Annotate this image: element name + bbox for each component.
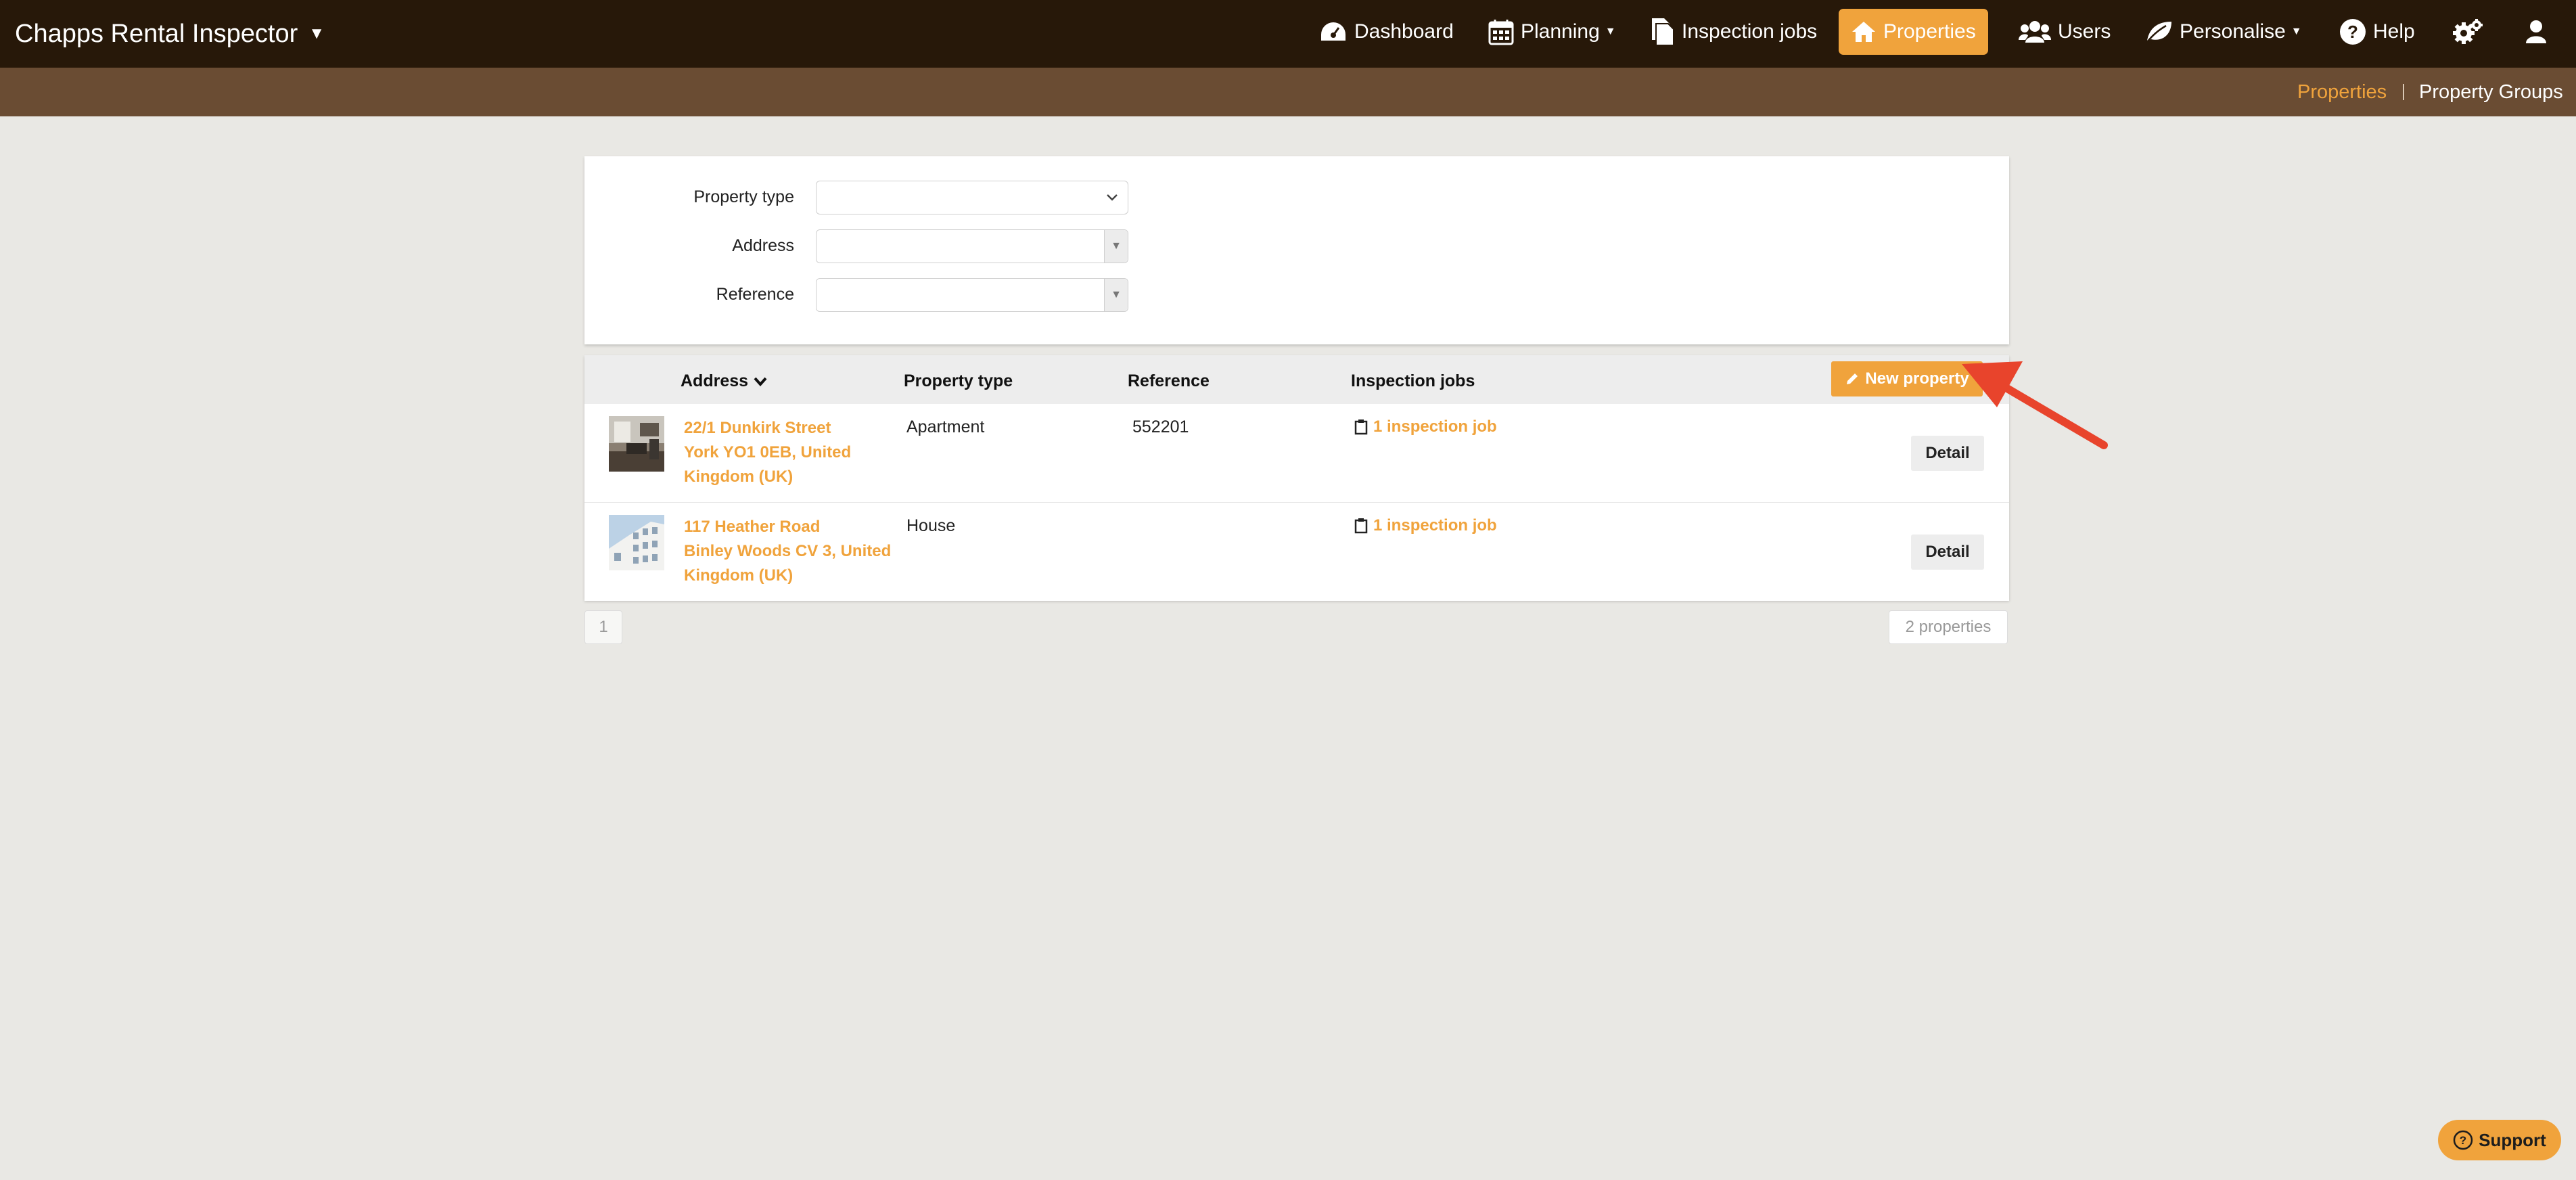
table-row: 22/1 Dunkirk Street York YO1 0EB, United… <box>584 404 2009 502</box>
property-thumbnail[interactable] <box>609 416 664 472</box>
nav-planning[interactable]: Planning ▼ <box>1488 9 1616 55</box>
clipboard-icon <box>1354 518 1368 534</box>
property-type-cell: Apartment <box>906 417 985 436</box>
table-row: 117 Heather Road Binley Woods CV 3, Unit… <box>584 502 2009 601</box>
home-icon <box>1851 20 1877 43</box>
property-address-link[interactable]: 117 Heather Road Binley Woods CV 3, Unit… <box>684 515 894 588</box>
subnav-properties[interactable]: Properties <box>2297 68 2387 116</box>
pagination-page-1[interactable]: 1 <box>584 610 622 644</box>
dropdown-arrow-icon[interactable]: ▼ <box>1104 279 1128 311</box>
leaf-icon <box>2144 20 2173 43</box>
inspection-jobs-label: 1 inspection job <box>1373 516 1497 535</box>
clipboard-icon <box>1354 419 1368 435</box>
sub-navbar: Properties Property Groups <box>0 68 2576 116</box>
annotation-arrow <box>1962 361 2108 449</box>
user-menu-button[interactable] <box>2525 9 2554 55</box>
address-line-1: 117 Heather Road <box>684 518 821 536</box>
nav-inspection-jobs[interactable]: Inspection jobs <box>1649 9 1817 55</box>
user-icon <box>2525 19 2548 45</box>
properties-table: Address Property type Reference Inspecti… <box>584 355 2009 601</box>
table-header: Address Property type Reference Inspecti… <box>584 355 2009 404</box>
address-line-1: 22/1 Dunkirk Street <box>684 419 831 437</box>
app-brand-menu[interactable]: Chapps Rental Inspector ▼ <box>15 0 325 68</box>
top-navbar: Chapps Rental Inspector ▼ Dashboard Plan… <box>0 0 2576 68</box>
subnav-divider <box>2403 84 2404 100</box>
dropdown-caret-icon: ▼ <box>1605 26 1616 37</box>
nav-planning-label: Planning <box>1521 20 1600 43</box>
inspection-jobs-link[interactable]: 1 inspection job <box>1354 516 1497 535</box>
nav-help[interactable]: ? Help <box>2339 9 2415 55</box>
new-property-button[interactable]: New property <box>1831 361 1983 396</box>
property-count: 2 properties <box>1889 610 2008 644</box>
support-label: Support <box>2479 1129 2546 1150</box>
app-title: Chapps Rental Inspector <box>15 19 298 48</box>
reference-combobox[interactable]: ▼ <box>816 278 1128 312</box>
sort-address-header[interactable]: Address <box>681 371 767 391</box>
svg-text:?: ? <box>2460 1134 2466 1147</box>
inspection-jobs-link[interactable]: 1 inspection job <box>1354 417 1497 436</box>
property-type-header: Property type <box>904 371 1013 390</box>
address-header-label: Address <box>681 371 749 390</box>
subnav-property-groups[interactable]: Property Groups <box>2419 68 2563 116</box>
inspection-jobs-label: 1 inspection job <box>1373 417 1497 436</box>
property-address-link[interactable]: 22/1 Dunkirk Street York YO1 0EB, United… <box>684 416 894 489</box>
users-icon <box>2019 20 2051 44</box>
reference-cell: 552201 <box>1132 417 1189 436</box>
property-type-label: Property type <box>693 187 794 206</box>
address-line-3: Kingdom (UK) <box>684 566 794 585</box>
settings-icon <box>2452 18 2484 45</box>
dropdown-caret-icon: ▼ <box>2291 26 2302 37</box>
reference-header: Reference <box>1128 371 1210 390</box>
dashboard-icon <box>1319 20 1348 43</box>
settings-button[interactable] <box>2452 9 2491 55</box>
address-line-2: Binley Woods CV 3, United <box>684 542 892 560</box>
help-icon: ? <box>2339 18 2366 45</box>
question-icon: ? <box>2453 1130 2473 1150</box>
property-type-cell: House <box>906 516 956 535</box>
nav-dashboard[interactable]: Dashboard <box>1319 9 1454 55</box>
nav-users-label: Users <box>2058 20 2111 43</box>
address-line-3: Kingdom (UK) <box>684 468 794 486</box>
nav-dashboard-label: Dashboard <box>1354 20 1454 43</box>
address-combobox[interactable]: ▼ <box>816 229 1128 263</box>
svg-text:?: ? <box>2347 22 2358 42</box>
nav-inspection-jobs-label: Inspection jobs <box>1682 20 1818 43</box>
address-line-2: York YO1 0EB, United <box>684 443 852 461</box>
support-button[interactable]: ? Support <box>2438 1120 2561 1160</box>
chevron-down-icon: ▼ <box>308 24 325 43</box>
nav-properties-label: Properties <box>1883 20 1976 43</box>
calendar-icon <box>1488 18 1514 45</box>
detail-button[interactable]: Detail <box>1911 535 1984 570</box>
nav-help-label: Help <box>2373 20 2415 43</box>
property-thumbnail[interactable] <box>609 515 664 570</box>
nav-personalise-label: Personalise <box>2180 20 2286 43</box>
property-type-select[interactable] <box>816 181 1128 214</box>
nav-personalise[interactable]: Personalise ▼ <box>2144 9 2302 55</box>
filter-panel: Property type Address ▼ Reference ▼ <box>584 156 2009 344</box>
dropdown-arrow-icon[interactable]: ▼ <box>1104 230 1128 263</box>
pencil-icon <box>1845 371 1860 386</box>
reference-label: Reference <box>716 285 794 304</box>
sort-desc-icon <box>754 377 767 386</box>
documents-icon <box>1649 17 1675 47</box>
nav-users[interactable]: Users <box>2019 9 2111 55</box>
chevron-down-icon <box>1106 191 1118 205</box>
new-property-label: New property <box>1865 369 1969 388</box>
nav-properties[interactable]: Properties <box>1839 9 1988 55</box>
address-label: Address <box>732 236 794 255</box>
inspection-jobs-header: Inspection jobs <box>1351 371 1475 390</box>
